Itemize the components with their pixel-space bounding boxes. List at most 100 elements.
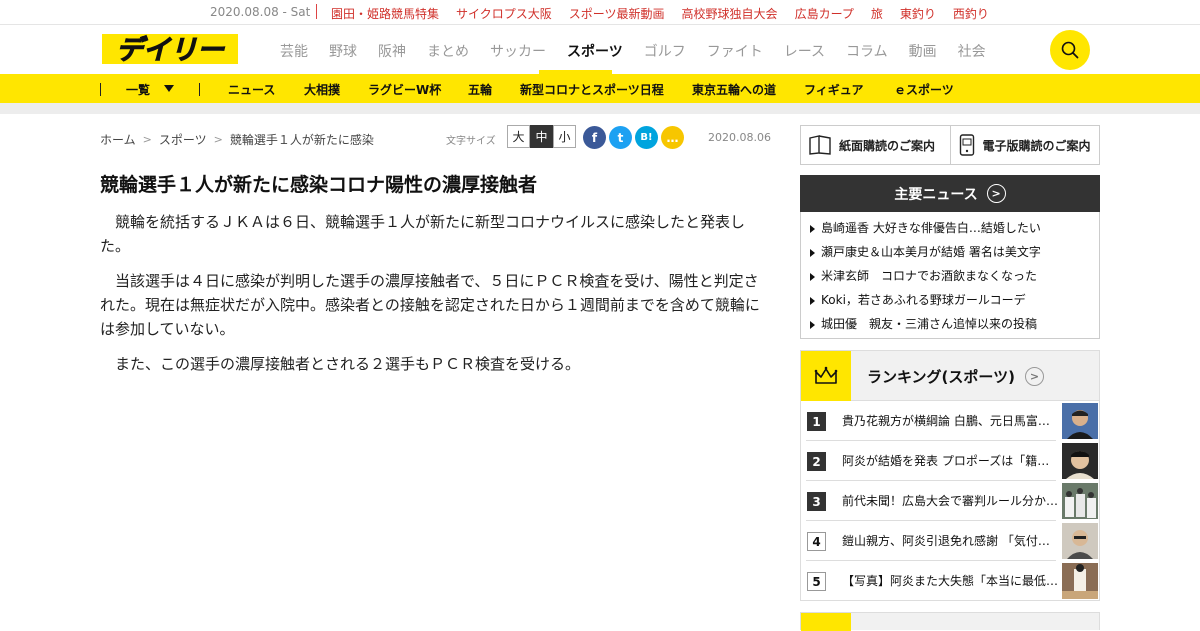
subnav-item-figure[interactable]: フィギュア — [804, 81, 864, 98]
rank-number: 1 — [807, 412, 826, 431]
topbar-link[interactable]: 東釣り — [900, 5, 936, 22]
nav-item-column[interactable]: コラム — [846, 41, 888, 61]
chevron-right-icon: > — [142, 133, 152, 146]
ranking-item[interactable]: 2 阿炎が結婚を発表 プロポーズは「籍… — [806, 441, 1098, 481]
sub-nav: 一覧 ニュース 大相撲 ラグビーW杯 五輪 新型コロナとスポーツ日程 東京五輪へ… — [0, 74, 1200, 103]
ranking-item-text[interactable]: 前代未聞！広島大会で審判ルール分か… — [842, 492, 1060, 509]
triangle-bullet-icon — [810, 248, 815, 257]
print-subscription-button[interactable]: 紙面購読のご案内 — [801, 126, 950, 164]
breadcrumb-current: 競輪選手１人が新たに感染 — [229, 133, 374, 147]
ranking-item[interactable]: 3 前代未聞！広島大会で審判ルール分か… — [806, 481, 1098, 521]
topbar-link[interactable]: スポーツ最新動画 — [569, 5, 665, 22]
ranking-thumbnail[interactable] — [1062, 523, 1098, 559]
search-button[interactable] — [1050, 30, 1090, 70]
facebook-icon[interactable]: f — [583, 126, 606, 149]
next-section-icon-box — [801, 613, 851, 631]
subnav-item-esports[interactable]: ｅスポーツ — [894, 81, 954, 98]
triangle-bullet-icon — [810, 272, 815, 281]
article-paragraph: 競輪を統括するＪＫＡは６日、競輪選手１人が新たに新型コロナウイルスに感染したと発… — [100, 213, 746, 255]
subnav-item-olympics[interactable]: 五輪 — [468, 81, 492, 98]
nav-item-sports[interactable]: スポーツ — [567, 41, 623, 61]
twitter-icon[interactable]: t — [609, 126, 632, 149]
nav-item-matome[interactable]: まとめ — [427, 41, 469, 61]
triangle-bullet-icon — [810, 296, 815, 305]
main-news-list: 島崎遥香 大好きな俳優告白…結婚したい 瀬戸康史＆山本美月が結婚 署名は美文字 … — [800, 212, 1100, 339]
ranking-item-text[interactable]: 鎧山親方、阿炎引退免れ感謝 「気付… — [842, 532, 1060, 549]
nav-item-hanshin[interactable]: 阪神 — [378, 41, 406, 61]
ranking-thumbnail[interactable] — [1062, 483, 1098, 519]
ranking-item-text[interactable]: 【写真】阿炎また大失態「本当に最低… — [842, 572, 1060, 589]
ranking-item-text[interactable]: 貴乃花親方が横綱論 白鵬、元日馬富… — [842, 412, 1060, 429]
main-news-title: 主要ニュース — [894, 186, 978, 203]
news-item-text[interactable]: 城田優 親友・三浦さん追悼以来の投稿 — [821, 317, 1037, 331]
topbar-link[interactable]: 高校野球独自大会 — [682, 5, 778, 22]
current-date: 2020.08.08 - Sat — [210, 5, 311, 19]
topbar-link[interactable]: サイクロプス大阪 — [456, 5, 552, 22]
nav-item-entertainment[interactable]: 芸能 — [280, 41, 308, 61]
chevron-right-circle-icon[interactable]: > — [986, 184, 1006, 203]
news-item[interactable]: 米津玄師 コロナでお酒飲まなくなった — [801, 265, 1099, 289]
font-size-large-button[interactable]: 大 — [507, 125, 530, 148]
next-section-header — [800, 612, 1100, 631]
search-icon — [1061, 41, 1079, 59]
nav-item-fight[interactable]: ファイト — [707, 41, 763, 61]
subnav-item-sumo[interactable]: 大相撲 — [304, 81, 340, 98]
main-news-header[interactable]: 主要ニュース > — [800, 175, 1100, 212]
nav-item-baseball[interactable]: 野球 — [329, 41, 357, 61]
ranking-item-text[interactable]: 阿炎が結婚を発表 プロポーズは「籍… — [842, 452, 1060, 469]
news-item[interactable]: Koki，若さあふれる野球ガールコーデ — [801, 289, 1099, 313]
ranking-item[interactable]: 4 鎧山親方、阿炎引退免れ感謝 「気付… — [806, 521, 1098, 561]
subnav-divider — [199, 83, 200, 96]
nav-item-video[interactable]: 動画 — [909, 41, 937, 61]
topbar-divider — [316, 4, 317, 19]
breadcrumb-home[interactable]: ホーム — [100, 131, 136, 148]
rank-number: 2 — [807, 452, 826, 471]
nav-item-society[interactable]: 社会 — [958, 41, 986, 61]
ranking-header[interactable]: ランキング(スポーツ) > — [800, 350, 1100, 401]
digital-subscription-button[interactable]: 電子版購読のご案内 — [949, 126, 1100, 164]
logo-text: デイリー — [116, 35, 225, 66]
news-item-text[interactable]: 米津玄師 コロナでお酒飲まなくなった — [821, 269, 1037, 283]
main-nav: 芸能 野球 阪神 まとめ サッカー スポーツ ゴルフ ファイト レース コラム … — [280, 41, 1007, 61]
hatena-bookmark-icon[interactable]: B! — [635, 126, 658, 149]
breadcrumb-sports[interactable]: スポーツ — [159, 131, 207, 148]
news-item-text[interactable]: 瀬戸康史＆山本美月が結婚 署名は美文字 — [821, 245, 1041, 259]
news-item-text[interactable]: 島崎遥香 大好きな俳優告白…結婚したい — [821, 221, 1041, 235]
subnav-item-rugby[interactable]: ラグビーW杯 — [368, 81, 441, 98]
subnav-item-tokyo-road[interactable]: 東京五輪への道 — [692, 81, 776, 98]
ranking-thumbnail[interactable] — [1062, 563, 1098, 599]
topbar-link[interactable]: 西釣り — [953, 5, 989, 22]
ranking-list: 1 貴乃花親方が横綱論 白鵬、元日馬富… 2 阿炎が結婚を発表 プロポーズは「籍… — [800, 401, 1100, 601]
ranking-thumbnail[interactable] — [1062, 403, 1098, 439]
comment-icon[interactable]: … — [661, 126, 684, 149]
triangle-bullet-icon — [810, 224, 815, 233]
news-item[interactable]: 城田優 親友・三浦さん追悼以来の投稿 — [801, 313, 1099, 337]
ranking-item[interactable]: 1 貴乃花親方が横綱論 白鵬、元日馬富… — [806, 401, 1098, 441]
topbar-link[interactable]: 旅 — [871, 5, 883, 22]
nav-item-golf[interactable]: ゴルフ — [644, 41, 686, 61]
site-logo[interactable]: デイリー — [100, 31, 240, 67]
chevron-right-circle-icon[interactable]: > — [1024, 367, 1044, 386]
subnav-item-corona-schedule[interactable]: 新型コロナとスポーツ日程 — [520, 81, 664, 98]
topbar-link[interactable]: 園田・姫路競馬特集 — [331, 5, 439, 22]
nav-item-soccer[interactable]: サッカー — [490, 41, 546, 61]
news-item-text[interactable]: Koki，若さあふれる野球ガールコーデ — [821, 293, 1026, 307]
crown-icon-box — [801, 351, 851, 401]
dropdown-triangle-icon[interactable] — [164, 85, 174, 92]
ranking-thumbnail[interactable] — [1062, 443, 1098, 479]
topbar-links: 園田・姫路競馬特集 サイクロプス大阪 スポーツ最新動画 高校野球独自大会 広島カ… — [331, 5, 1006, 22]
subnav-dropdown[interactable]: 一覧 — [126, 81, 150, 98]
article-headline: 競輪選手１人が新たに感染コロナ陽性の濃厚接触者 — [100, 174, 538, 196]
font-size-medium-button[interactable]: 中 — [530, 125, 553, 148]
nav-item-race[interactable]: レース — [784, 41, 825, 61]
topbar-link[interactable]: 広島カープ — [795, 5, 854, 22]
ranking-title[interactable]: ランキング(スポーツ) > — [867, 366, 1044, 387]
rank-number: 5 — [807, 572, 826, 591]
news-item[interactable]: 島崎遥香 大好きな俳優告白…結婚したい — [801, 217, 1099, 241]
subnav-item-news[interactable]: ニュース — [228, 81, 275, 98]
ranking-item[interactable]: 5 【写真】阿炎また大失態「本当に最低… — [806, 561, 1098, 601]
news-item[interactable]: 瀬戸康史＆山本美月が結婚 署名は美文字 — [801, 241, 1099, 265]
article-body: 競輪を統括するＪＫＡは６日、競輪選手１人が新たに新型コロナウイルスに感染したと発… — [100, 210, 765, 387]
font-size-small-button[interactable]: 小 — [553, 125, 576, 148]
font-size-label: 文字サイズ — [446, 136, 496, 147]
